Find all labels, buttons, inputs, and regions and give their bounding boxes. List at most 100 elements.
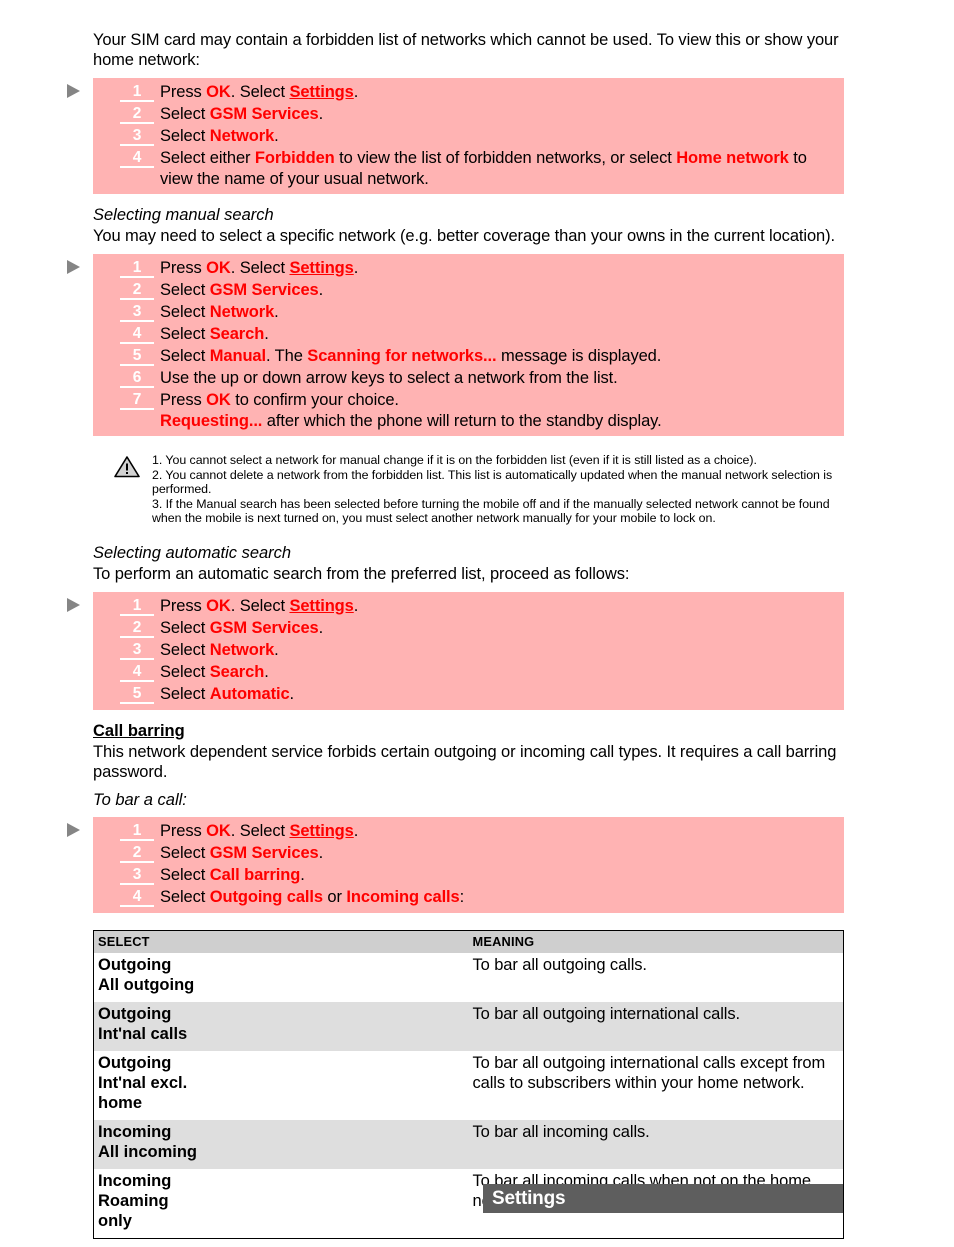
triangle-right-icon (67, 260, 80, 274)
step-text: Select Automatic. (160, 684, 295, 703)
cell-select: Incoming All incoming (93, 1119, 469, 1169)
step-number: 7 (120, 390, 154, 410)
automatic-search-body: To perform an automatic search from the … (93, 564, 630, 583)
step-text: Select Network. (160, 127, 279, 145)
step-text: Select Network. (160, 303, 279, 321)
procedure-step: 1 Press OK. Select Settings. (93, 82, 844, 104)
procedure-step: 2 Select GSM Services. (93, 104, 844, 126)
step-number: 5 (120, 346, 154, 366)
step-text: Select Manual. The Scanning for networks… (160, 347, 662, 365)
procedure-step: 5 Select Automatic. (93, 684, 844, 706)
procedure-manual-search: 1 Press OK. Select Settings. 2 Select GS… (67, 254, 844, 436)
cell-meaning: To bar all outgoing calls. (468, 952, 844, 1002)
step-number: 4 (120, 324, 154, 344)
footer-label: Settings (492, 1188, 566, 1209)
step-text: Select GSM Services. (160, 281, 324, 299)
table-row: Outgoing Int'nal excl. home To bar all out… (93, 1050, 844, 1120)
step-number: 2 (120, 280, 154, 300)
cell-select: Incoming Roaming only (93, 1168, 469, 1239)
procedure-step: 1 Press OK. Select Settings. (93, 258, 844, 280)
step-text: Press OK. Select Settings. (160, 821, 359, 840)
warning-triangle-icon (114, 453, 140, 483)
procedure-step: 3 Select Network. (93, 640, 844, 662)
step-number: 3 (120, 865, 154, 885)
step-text: Select Network. (160, 640, 279, 659)
warning-note-body: 1. You cannot select a network for manua… (152, 453, 844, 526)
step-text: Press OK to confirm your choice. Requesti… (160, 391, 662, 430)
procedure-step: 7 Press OK to confirm your choice. Reques… (93, 390, 844, 432)
column-header-select: SELECT (93, 930, 469, 953)
step-text: Press OK. Select Settings. (160, 596, 359, 615)
step-text: Select GSM Services. (160, 843, 324, 862)
step-number: 4 (120, 887, 154, 907)
procedure-step: 5 Select Manual. The Scanning for networ… (93, 346, 844, 368)
procedure-step: 1 Press OK. Select Settings. (93, 821, 844, 843)
triangle-right-icon (67, 597, 80, 612)
step-text: Press OK. Select Settings. (160, 259, 359, 277)
triangle-right-icon (67, 822, 80, 837)
cell-meaning: To bar all incoming calls. (468, 1119, 844, 1169)
call-barring-body: This network dependent service forbids c… (93, 742, 837, 781)
cell-select: Outgoing All outgoing (93, 952, 469, 1002)
step-text: Select either Forbidden to view the list… (160, 149, 807, 188)
note-item-1: 1. You cannot select a network for manua… (152, 453, 757, 467)
step-number: 2 (120, 843, 154, 863)
step-text: Use the up or down arrow keys to select … (160, 369, 618, 387)
step-text: Select Search. (160, 325, 269, 343)
triangle-right-icon (67, 84, 80, 98)
section-heading-manual-search: Selecting manual search (93, 206, 274, 224)
procedure-bar-a-call: 1 Press OK. Select Settings. 2 Select GS… (67, 816, 844, 913)
step-text: Select Call barring. (160, 865, 305, 884)
note-item-2: 2. You cannot delete a network from the … (152, 467, 833, 497)
step-number: 1 (120, 82, 154, 102)
table-row: Outgoing All outgoing To bar all outgoing… (93, 952, 844, 1002)
procedure-step: 3 Select Call barring. (93, 865, 844, 887)
document-page: Your SIM card may contain a forbidden li… (67, 0, 844, 1239)
cell-meaning: To bar all outgoing international calls … (468, 1050, 844, 1120)
procedure-step: 2 Select GSM Services. (93, 618, 844, 640)
step-number: 1 (120, 596, 154, 616)
intro-paragraph: Your SIM card may contain a forbidden li… (93, 31, 839, 69)
procedure-automatic-search: 1 Press OK. Select Settings. 2 Select GS… (67, 591, 844, 710)
step-number: 6 (120, 368, 154, 388)
procedure-step: 2 Select GSM Services. (93, 280, 844, 302)
step-number: 1 (120, 821, 154, 841)
step-number: 4 (120, 148, 154, 168)
step-number: 5 (120, 684, 154, 704)
step-number: 4 (120, 662, 154, 682)
procedure-step: 2 Select GSM Services. (93, 843, 844, 865)
procedure-step: 4 Select Search. (93, 324, 844, 346)
table-header-row: SELECT MEANING (93, 930, 844, 953)
step-number: 2 (120, 618, 154, 638)
step-number: 3 (120, 302, 154, 322)
cell-select: Outgoing Int'nal calls (93, 1001, 469, 1051)
procedure-step: 6 Use the up or down arrow keys to selec… (93, 368, 844, 390)
note-item-3: 3. If the Manual search has been selecte… (152, 496, 830, 526)
manual-search-body: You may need to select a specific networ… (93, 227, 835, 245)
procedure-step: 1 Press OK. Select Settings. (93, 596, 844, 618)
subheading-to-bar-a-call: To bar a call: (93, 790, 187, 809)
warning-note: 1. You cannot select a network for manua… (93, 453, 844, 526)
step-text: Select Search. (160, 662, 269, 681)
procedure-step: 4 Select Outgoing calls or Incoming call… (93, 887, 844, 909)
step-text: Select GSM Services. (160, 618, 324, 637)
procedure-step: 3 Select Network. (93, 302, 844, 324)
step-text: Select Outgoing calls or Incoming calls: (160, 887, 465, 906)
procedure-step: 4 Select Search. (93, 662, 844, 684)
step-number: 1 (120, 258, 154, 278)
step-number: 3 (120, 126, 154, 146)
step-text: Press OK. Select Settings. (160, 83, 359, 101)
section-heading-call-barring: Call barring (93, 721, 185, 740)
step-text: Select GSM Services. (160, 105, 324, 123)
page-footer-bar: Settings (483, 1184, 843, 1213)
cell-meaning: To bar all outgoing international calls. (468, 1001, 844, 1051)
table-row: Incoming All incoming To bar all incoming… (93, 1119, 844, 1169)
procedure-step: 4 Select either Forbidden to view the li… (93, 148, 844, 190)
procedure-step: 3 Select Network. (93, 126, 844, 148)
step-number: 3 (120, 640, 154, 660)
table-row: Outgoing Int'nal calls To bar all outgoin… (93, 1001, 844, 1051)
step-number: 2 (120, 104, 154, 124)
section-heading-automatic-search: Selecting automatic search (93, 543, 292, 562)
procedure-forbidden-home-network: 1 Press OK. Select Settings. 2 Select GS… (67, 78, 844, 194)
column-header-meaning: MEANING (468, 930, 844, 953)
